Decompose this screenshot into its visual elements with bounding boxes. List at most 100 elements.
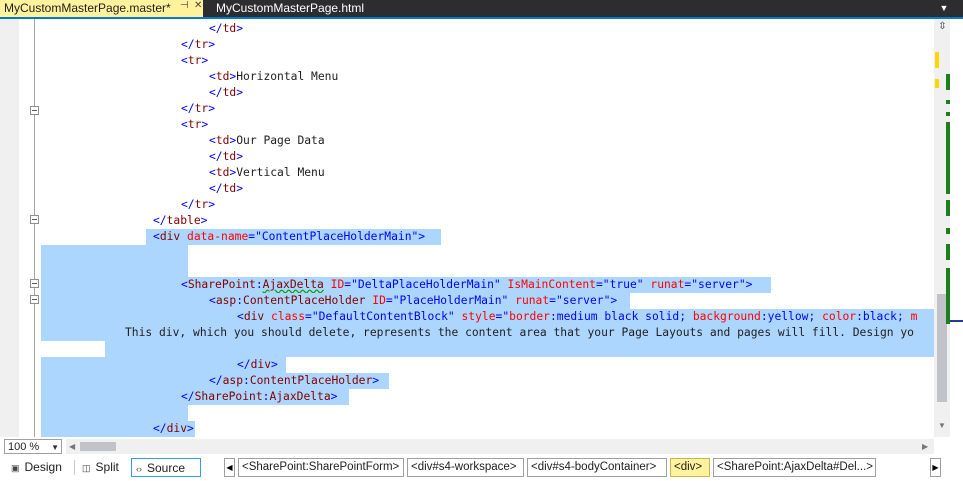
code-token-br: : <box>255 278 263 291</box>
tab-mycustommasterpage-master[interactable]: MyCustomMasterPage.master* <box>0 0 203 17</box>
source-view-button[interactable]: ‹› Source <box>131 458 201 477</box>
code-token-tag: ContentPlaceHolder <box>249 374 373 387</box>
code-token-br: > <box>201 54 209 67</box>
code-token-val: "ContentPlaceHolderMain" <box>255 230 419 243</box>
code-token-br: : <box>856 310 863 323</box>
close-icon[interactable]: ✕ <box>194 0 204 17</box>
code-token-tag: AjaxDelta <box>262 278 324 291</box>
code-text: <div class="DefaultContentBlock" style="… <box>237 309 917 325</box>
code-token-br: > <box>208 102 216 115</box>
code-token-tag: SharePoint <box>187 278 256 291</box>
code-token-attr: IsMainContent <box>507 278 596 291</box>
code-token-br: </ <box>209 22 223 35</box>
code-line[interactable] <box>0 261 934 277</box>
scroll-down-icon[interactable]: ▼ <box>937 421 947 431</box>
code-token-attr: ID <box>330 278 345 291</box>
horizontal-scrollbar[interactable] <box>66 439 934 454</box>
code-line[interactable]: </td> <box>0 21 934 37</box>
code-line[interactable]: <td>Vertical Menu <box>0 165 934 181</box>
split-view-button[interactable]: ◫ Split <box>82 458 128 477</box>
code-line[interactable]: </tr> <box>0 101 934 117</box>
code-line[interactable]: </td> <box>0 181 934 197</box>
code-text: </div> <box>153 421 194 437</box>
change-marker <box>946 122 950 194</box>
change-marker <box>946 100 950 104</box>
code-line[interactable]: <tr> <box>0 53 934 69</box>
code-line[interactable] <box>0 405 934 421</box>
code-token-attr: runat <box>515 294 550 307</box>
code-token-tag: tr <box>194 38 209 51</box>
code-token-attr: ID <box>372 294 386 307</box>
code-token-br: </ <box>181 198 195 211</box>
change-marker <box>946 112 950 116</box>
code-token-val: "DefaultContentBlock" <box>311 310 455 323</box>
collapse-outline-icon[interactable] <box>30 295 39 304</box>
breadcrumb-div[interactable]: <div> <box>670 458 710 477</box>
code-token-tag: td <box>215 134 230 147</box>
code-line[interactable]: <td>Horizontal Menu <box>0 69 934 85</box>
tab-mycustommasterpage-html[interactable]: MyCustomMasterPage.html <box>212 0 420 17</box>
code-line[interactable]: <SharePoint:AjaxDelta ID = "DeltaPlaceHold… <box>0 277 934 293</box>
code-text: <td>Vertical Menu <box>209 165 325 181</box>
code-line[interactable]: </div> <box>0 421 934 437</box>
code-token-tag: tr <box>187 118 202 131</box>
code-line[interactable]: <div class="DefaultContentBlock" style="… <box>0 309 934 325</box>
selection-highlight <box>105 341 934 357</box>
breadcrumb-label: <div#s4-bodyContainer> <box>531 461 657 473</box>
scroll-left-icon[interactable]: ◀ <box>69 442 75 451</box>
code-area[interactable]: </td> </tr> <tr> <td>Horizontal Menu </td> </… <box>0 19 934 437</box>
breadcrumb-ajaxdelta[interactable]: <SharePoint:AjaxDelta#Del...> <box>713 458 876 477</box>
change-marker <box>935 52 939 68</box>
code-line[interactable]: </tr> <box>0 37 934 53</box>
code-token-br: < <box>181 54 188 67</box>
code-line[interactable]: <tr> <box>0 117 934 133</box>
horizontal-scroll-thumb[interactable] <box>80 442 116 451</box>
collapse-outline-icon[interactable] <box>30 215 39 224</box>
code-text: <td>Our Page Data <box>209 133 325 149</box>
code-line[interactable]: <asp:ContentPlaceHolder ID="PlaceHolderM… <box>0 293 934 309</box>
code-line[interactable] <box>0 341 934 357</box>
chevron-right-icon[interactable]: ▶ <box>930 458 941 477</box>
split-window-icon[interactable]: ⇳ <box>935 20 950 34</box>
code-line[interactable]: </td> <box>0 85 934 101</box>
code-token-tag: tr <box>187 54 202 67</box>
zoom-select[interactable]: 100 % ▼ <box>4 439 62 454</box>
collapse-outline-icon[interactable] <box>30 106 39 115</box>
code-token-tag: AjaxDelta <box>269 390 331 403</box>
chevron-down-icon[interactable]: ▼ <box>938 2 950 14</box>
change-marker <box>950 320 963 322</box>
code-line[interactable]: <div data-name="ContentPlaceHolderMain"> <box>0 229 934 245</box>
source-label: Source <box>147 461 186 475</box>
code-line[interactable]: This div, which you should delete, repre… <box>0 325 934 341</box>
code-token-br: = <box>385 294 393 307</box>
code-editor[interactable]: </td> </tr> <tr> <td>Horizontal Menu </td> </… <box>0 19 934 437</box>
code-line[interactable]: </td> <box>0 149 934 165</box>
scroll-right-icon[interactable]: ▶ <box>922 442 928 451</box>
code-line[interactable]: </asp:ContentPlaceHolder> <box>0 373 934 389</box>
pin-icon[interactable]: ⊣ <box>180 0 190 17</box>
code-token-br: : <box>549 310 557 323</box>
code-line[interactable]: </div> <box>0 357 934 373</box>
document-tab-strip: MyCustomMasterPage.master* ⊣ ✕ MyCustomM… <box>0 0 963 19</box>
code-text: </SharePoint:AjaxDelta> <box>181 389 337 405</box>
code-line[interactable]: </tr> <box>0 197 934 213</box>
code-text: <div data-name="ContentPlaceHolderMain"> <box>153 229 425 245</box>
code-text: </td> <box>209 85 243 101</box>
change-marker <box>946 74 950 90</box>
code-token-tag: asp <box>215 294 237 307</box>
code-line[interactable]: </table> <box>0 213 934 229</box>
chevron-left-icon[interactable]: ◀ <box>224 458 235 477</box>
breadcrumb-s4-workspace[interactable]: <div#s4-workspace> <box>407 458 524 477</box>
collapse-outline-icon[interactable] <box>30 279 39 288</box>
code-line[interactable]: </SharePoint:AjaxDelta> <box>0 389 934 405</box>
code-line[interactable] <box>0 245 934 261</box>
code-token-br: < <box>181 278 188 291</box>
code-token-br: ; <box>679 310 687 323</box>
code-line[interactable]: <td>Our Page Data <box>0 133 934 149</box>
code-token-br: > <box>187 422 194 435</box>
design-view-button[interactable]: ▣ Design <box>11 458 71 477</box>
breadcrumb-sharepoint-form[interactable]: <SharePoint:SharePointForm> <box>238 458 404 477</box>
breadcrumb-s4-bodycontainer[interactable]: <div#s4-bodyContainer> <box>527 458 667 477</box>
